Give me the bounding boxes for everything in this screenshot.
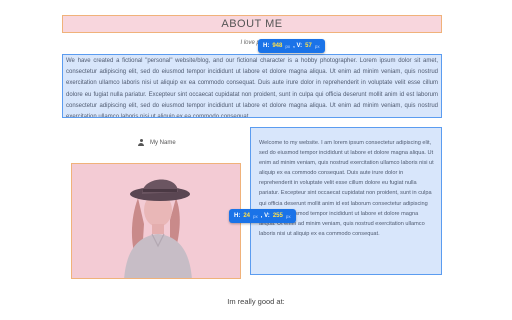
about-me-title: ABOUT ME: [221, 18, 283, 30]
measure-v-label: , V:: [260, 213, 270, 219]
intro-text-box: We have created a fictional "personal" w…: [62, 54, 442, 118]
portrait-illustration: [72, 164, 240, 278]
tagline: I love photo: [240, 40, 272, 46]
measure-v-unit: px: [285, 213, 291, 219]
person-icon: [138, 139, 144, 146]
author-name: My Name: [150, 139, 176, 146]
measure-v-value: 255: [272, 213, 283, 219]
measure-badge-mid: H: 24 px , V: 255 px: [229, 209, 296, 223]
measure-badge-top: H: 948 px , V: 57 px: [258, 39, 325, 53]
measure-h-value: 24: [243, 213, 251, 219]
measure-h-unit: px: [253, 213, 258, 219]
intro-paragraph: We have created a fictional "personal" w…: [66, 58, 438, 118]
skills-heading: Im really good at:: [227, 297, 285, 306]
measure-v-unit: px: [314, 43, 320, 49]
about-me-heading-box: ABOUT ME: [62, 15, 442, 33]
portrait-photo: [71, 163, 241, 279]
measure-h-label: H:: [234, 213, 241, 219]
measure-h-value: 948: [272, 43, 283, 49]
welcome-text-box: Welcome to my website. I am lorem ipsum …: [250, 127, 442, 275]
measure-h-unit: px: [285, 43, 291, 49]
author-line: My Name: [138, 139, 176, 146]
measure-v-value: 57: [305, 43, 312, 49]
welcome-paragraph: Welcome to my website. I am lorem ipsum …: [259, 140, 434, 237]
measure-v-label: , V:: [293, 43, 303, 49]
measure-h-label: H:: [263, 43, 270, 49]
